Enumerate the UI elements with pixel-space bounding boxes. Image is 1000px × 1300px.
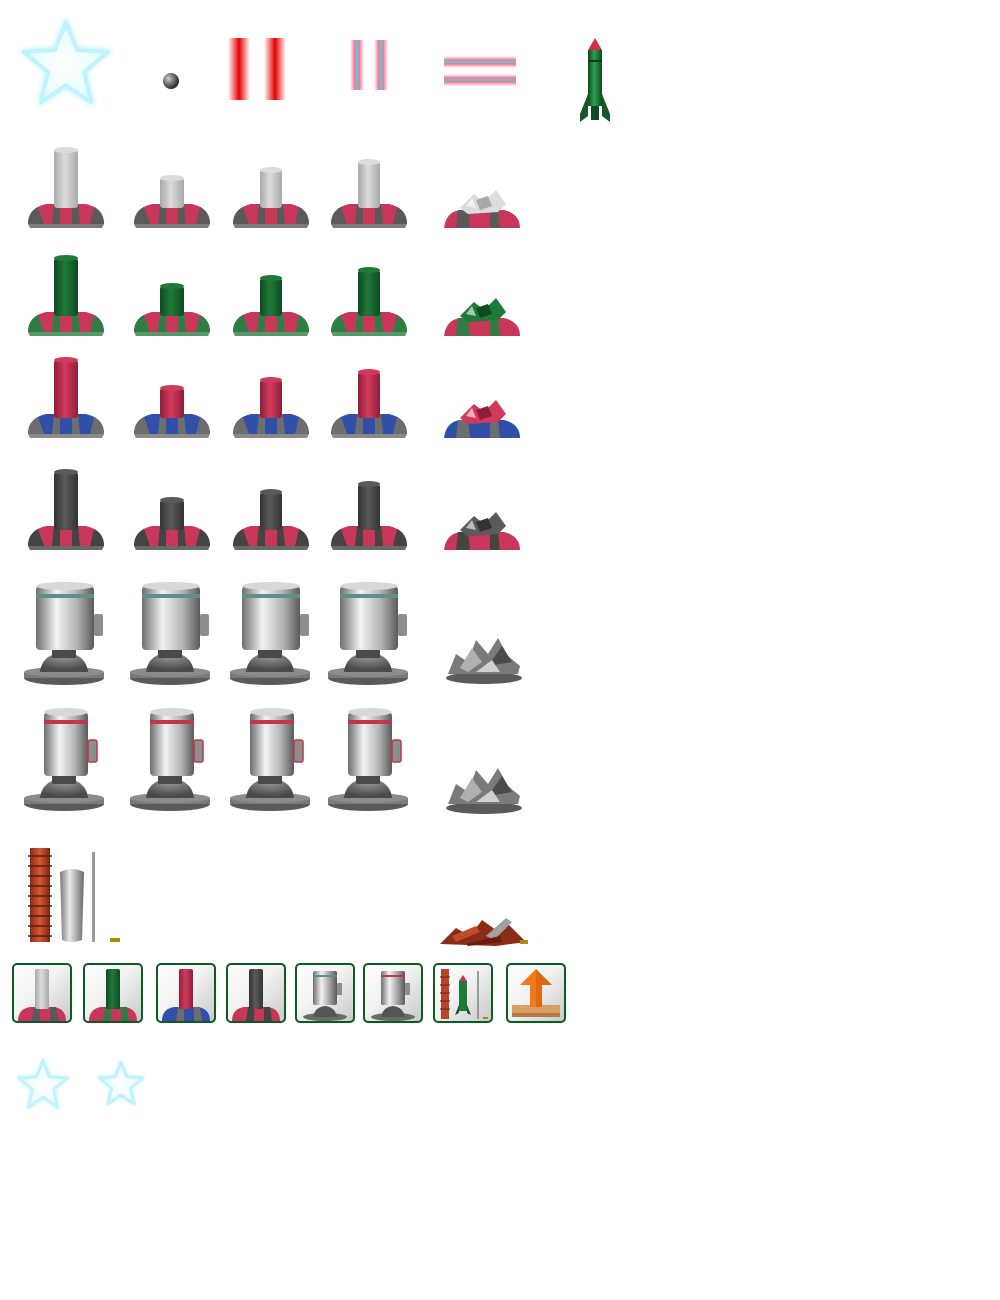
green-tower-button[interactable] (83, 963, 143, 1023)
white-cannon-tower-level-3 (229, 146, 313, 241)
white-tower-button[interactable] (12, 963, 72, 1023)
cyan-laser-horizontal-projectile (444, 56, 516, 88)
glow-star-small (94, 1058, 148, 1110)
green-cannon-tower-level-1 (24, 254, 108, 349)
red-stripe-turret-level-2 (128, 704, 212, 819)
teal-stripe-turret-level-3 (228, 578, 312, 693)
rocket-silo-parts (24, 846, 124, 946)
rocket-silo-debris (436, 906, 532, 948)
green-cannon-tower-level-3 (229, 254, 313, 349)
red-cannon-tower-debris (440, 396, 524, 451)
dark-cannon-tower-debris (440, 508, 524, 563)
dark-tower-button[interactable] (226, 963, 286, 1023)
red-stripe-turret-level-3 (228, 704, 312, 819)
dark-cannon-tower-level-2 (130, 468, 214, 563)
red-cannon-tower-level-2 (130, 356, 214, 451)
green-rocket-projectile (578, 38, 612, 124)
green-cannon-tower-debris (440, 294, 524, 349)
dark-cannon-tower-level-3 (229, 468, 313, 563)
teal-stripe-turret-level-4 (326, 578, 410, 693)
upgrade-button[interactable] (506, 963, 566, 1023)
teal-turret-button[interactable] (295, 963, 355, 1023)
white-cannon-tower-level-1 (24, 146, 108, 241)
white-cannon-tower-level-4 (327, 146, 411, 241)
rocket-silo-button[interactable] (433, 963, 493, 1023)
red-tower-button[interactable] (156, 963, 216, 1023)
teal-stripe-turret-level-1 (22, 578, 106, 693)
red-stripe-turret-level-1 (22, 704, 106, 819)
red-cannon-tower-level-1 (24, 356, 108, 451)
red-turret-button[interactable] (363, 963, 423, 1023)
red-cannon-tower-level-4 (327, 356, 411, 451)
red-cannon-tower-level-3 (229, 356, 313, 451)
dark-cannon-tower-level-4 (327, 468, 411, 563)
cannonball-projectile (162, 72, 180, 90)
teal-stripe-turret-level-2 (128, 578, 212, 693)
glow-star-large (14, 14, 118, 114)
red-stripe-turret-debris (442, 762, 526, 821)
dark-cannon-tower-level-1 (24, 468, 108, 563)
green-cannon-tower-level-2 (130, 254, 214, 349)
green-cannon-tower-level-4 (327, 254, 411, 349)
teal-stripe-turret-debris (442, 632, 526, 691)
white-cannon-tower-debris (440, 186, 524, 241)
cyan-laser-pair-projectile (350, 40, 388, 90)
white-cannon-tower-level-2 (130, 146, 214, 241)
glow-star-medium (12, 1056, 74, 1114)
red-stripe-turret-level-4 (326, 704, 410, 819)
red-laser-pair-projectile (228, 38, 286, 100)
